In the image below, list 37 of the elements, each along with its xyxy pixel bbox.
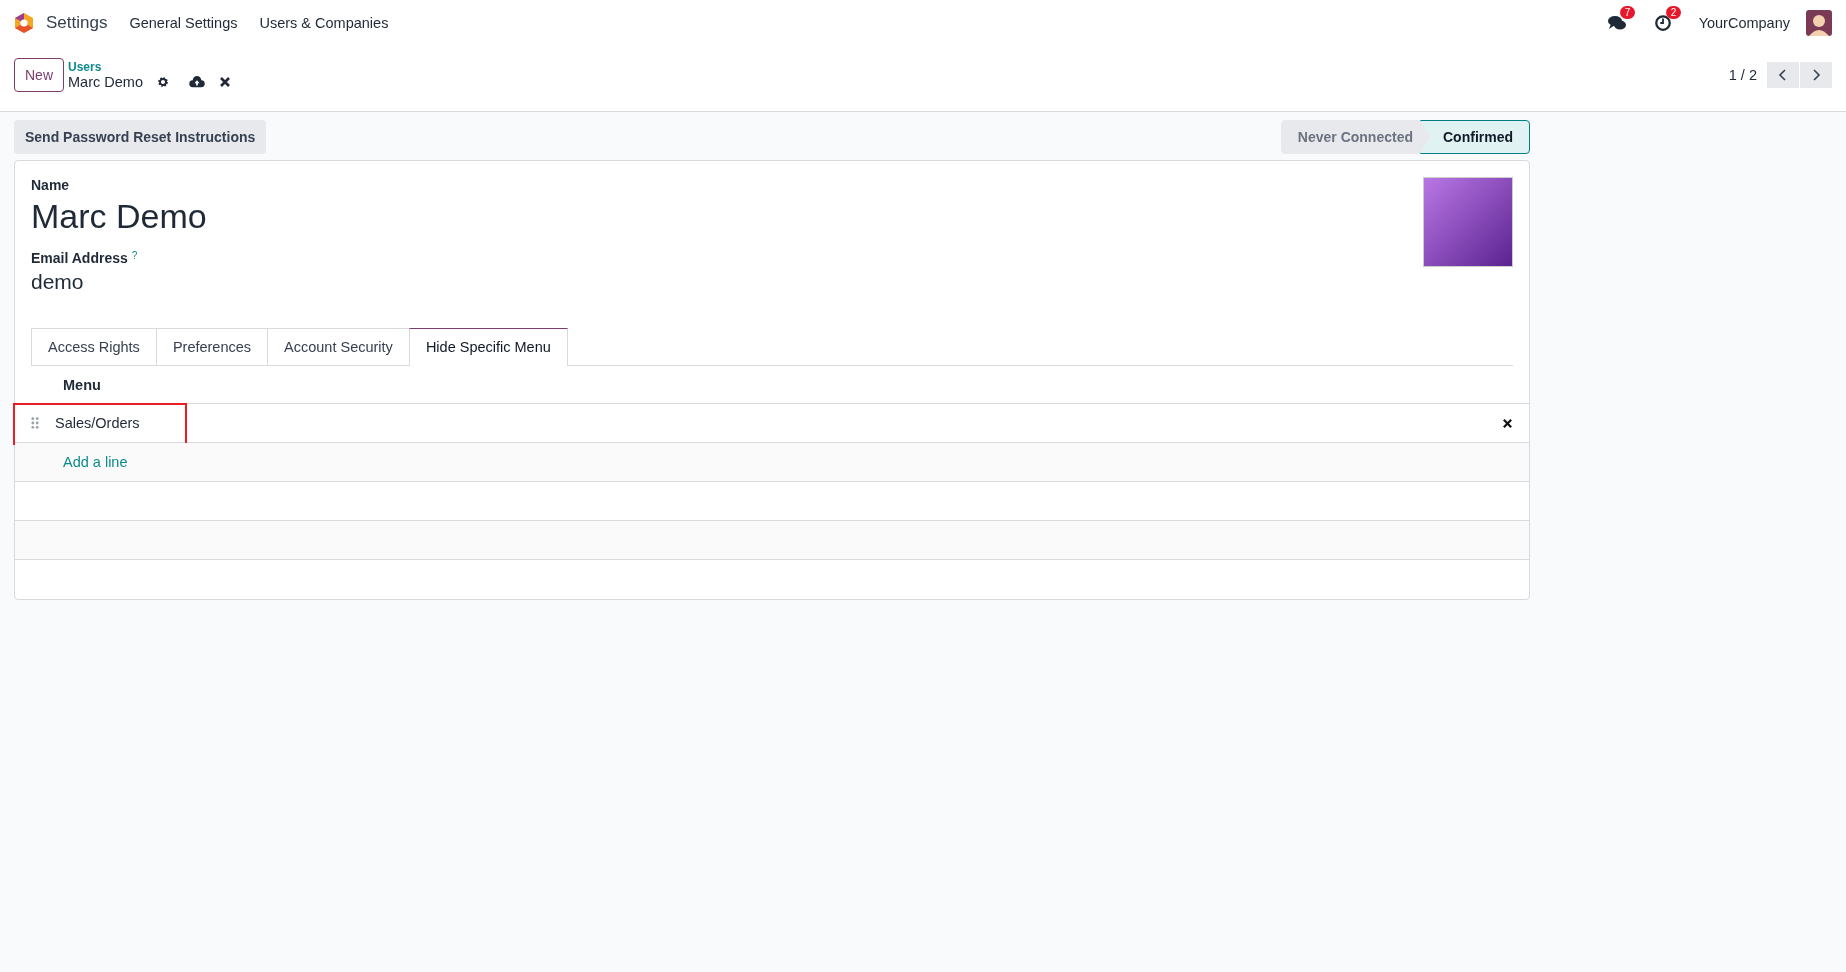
reset-password-button[interactable]: Send Password Reset Instructions xyxy=(14,120,267,154)
status-stage[interactable]: Never Connected xyxy=(1280,120,1430,154)
status-stage[interactable]: Confirmed xyxy=(1420,120,1530,154)
company-name[interactable]: YourCompany xyxy=(1698,15,1790,31)
table-cell: Sales/Orders xyxy=(55,415,140,431)
cloud-upload-icon[interactable] xyxy=(188,75,205,88)
activities-badge: 2 xyxy=(1665,6,1682,19)
email-value: demo xyxy=(31,270,85,294)
user-avatar-icon[interactable] xyxy=(1806,10,1832,36)
new-button[interactable]: New xyxy=(14,57,64,92)
nav-menu-item[interactable]: General Settings xyxy=(129,15,238,31)
chat-icon[interactable] xyxy=(1606,14,1627,32)
photo-placeholder[interactable] xyxy=(1423,177,1513,267)
next-button[interactable] xyxy=(1800,61,1832,88)
messages-badge: 7 xyxy=(1619,6,1636,19)
app-logo-icon[interactable] xyxy=(14,12,34,34)
notebook-tab[interactable]: Access Rights xyxy=(31,328,157,365)
record-name: Marc Demo xyxy=(68,73,143,90)
app-name[interactable]: Settings xyxy=(46,13,108,33)
breadcrumb-link[interactable]: Users xyxy=(68,59,231,74)
help-tooltip[interactable]: ? xyxy=(131,250,138,266)
field-label: Name xyxy=(31,177,71,193)
add-line-link[interactable]: Add a line xyxy=(63,454,128,470)
clock-icon[interactable] xyxy=(1652,14,1673,32)
field-label: Email Address xyxy=(31,250,128,266)
settings-icon[interactable] xyxy=(156,75,169,88)
pager-value: 1 / 2 xyxy=(1728,66,1757,83)
nav-menu-item[interactable]: Users & Companies xyxy=(259,15,389,31)
chevron-right-icon xyxy=(1811,67,1821,82)
delete-icon[interactable] xyxy=(1502,417,1513,429)
notebook-tab[interactable]: Hide Specific Menu xyxy=(408,328,568,366)
drag-handle-icon[interactable] xyxy=(31,417,39,429)
column-header[interactable]: Menu xyxy=(63,376,101,393)
discard-icon[interactable] xyxy=(218,75,231,88)
name-value: Marc Demo xyxy=(31,197,208,236)
chevron-left-icon xyxy=(1778,67,1788,82)
previous-button[interactable] xyxy=(1767,61,1799,88)
